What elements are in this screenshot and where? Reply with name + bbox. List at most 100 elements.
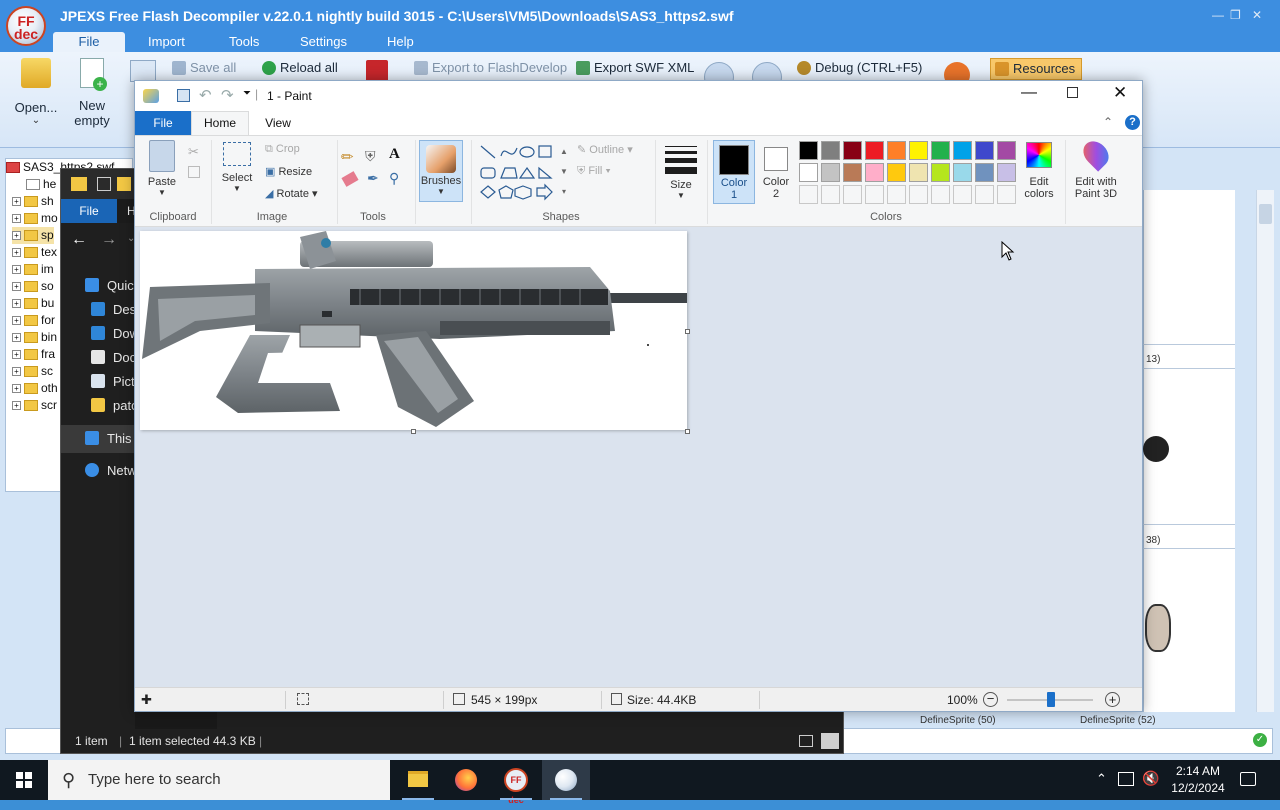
nav-item-network[interactable]: Netw bbox=[85, 460, 137, 482]
brushes-button[interactable]: Brushes ▼ bbox=[419, 140, 463, 202]
help-icon[interactable]: ? bbox=[1125, 115, 1140, 130]
tree-item[interactable]: + im bbox=[12, 261, 54, 278]
color-picker-icon[interactable]: ✒ bbox=[367, 170, 379, 187]
close-button[interactable]: ✕ bbox=[1113, 83, 1127, 103]
nav-item-documents[interactable]: Doc bbox=[91, 347, 136, 369]
customize-toolbar-icon[interactable]: ⏷ bbox=[243, 88, 251, 99]
ffdec-new-button[interactable]: + New empty bbox=[70, 58, 114, 128]
color-swatch[interactable] bbox=[975, 163, 994, 182]
color-swatch[interactable] bbox=[843, 141, 862, 160]
custom-color-swatch[interactable] bbox=[975, 185, 994, 204]
color2-button[interactable]: Color 2 bbox=[757, 140, 795, 204]
volume-muted-icon[interactable]: 🔇 bbox=[1142, 770, 1159, 787]
ffdec-grid-icon[interactable] bbox=[130, 60, 156, 82]
color1-button[interactable]: Color 1 bbox=[713, 140, 755, 204]
large-icons-view-icon[interactable] bbox=[821, 733, 839, 749]
edit-colors-button[interactable]: Edit colors bbox=[1021, 140, 1057, 200]
tree-item[interactable]: + sh bbox=[12, 193, 54, 210]
ffdec-menu-settings[interactable]: Settings bbox=[284, 32, 363, 52]
ffdec-export-swf-xml-button[interactable]: Export SWF XML bbox=[576, 58, 694, 78]
ffdec-minimize-button[interactable]: — bbox=[1212, 9, 1226, 21]
undo-icon[interactable]: ↶ bbox=[199, 86, 212, 104]
cut-icon[interactable]: ✂ bbox=[188, 144, 199, 160]
taskbar-app-paint[interactable] bbox=[542, 760, 590, 800]
ffdec-menu-help[interactable]: Help bbox=[371, 32, 430, 52]
explorer-file-tab[interactable]: File bbox=[61, 199, 117, 223]
color-swatch[interactable] bbox=[909, 163, 928, 182]
color-swatch[interactable] bbox=[865, 141, 884, 160]
ffdec-menu-import[interactable]: Import bbox=[132, 32, 201, 52]
eraser-icon[interactable] bbox=[341, 171, 359, 187]
custom-color-swatch[interactable] bbox=[821, 185, 840, 204]
crop-button[interactable]: ⧉ Crop bbox=[265, 143, 300, 156]
tree-item[interactable]: + bu bbox=[12, 295, 54, 312]
paste-button[interactable]: Paste ▼ bbox=[145, 140, 179, 197]
nav-item-pictures[interactable]: Pict bbox=[91, 371, 135, 393]
notifications-icon[interactable] bbox=[1240, 772, 1256, 786]
tab-file[interactable]: File bbox=[135, 111, 191, 135]
nav-item-quick-access[interactable]: Quick bbox=[85, 275, 140, 297]
windows-start-icon[interactable] bbox=[16, 772, 32, 788]
custom-color-swatch[interactable] bbox=[843, 185, 862, 204]
select-button[interactable]: Select ▼ bbox=[219, 142, 255, 193]
taskbar-app-firefox[interactable] bbox=[442, 760, 490, 800]
tree-item[interactable]: + bin bbox=[12, 329, 57, 346]
size-button[interactable]: Size ▼ bbox=[661, 142, 701, 200]
ffdec-menu-file[interactable]: File bbox=[53, 32, 125, 52]
color-swatch[interactable] bbox=[799, 141, 818, 160]
ffdec-debug-button[interactable]: Debug (CTRL+F5) bbox=[797, 58, 922, 78]
details-view-icon[interactable] bbox=[799, 735, 813, 747]
ffdec-open-button[interactable]: Open... ⌄ bbox=[12, 58, 60, 126]
forward-arrow-icon[interactable]: → bbox=[101, 231, 117, 249]
save-icon[interactable] bbox=[177, 89, 190, 102]
zoom-slider-thumb[interactable] bbox=[1047, 692, 1055, 707]
chevron-up-icon[interactable]: ⌃ bbox=[1096, 771, 1107, 787]
fill-button[interactable]: ⛨ Fill ▾ bbox=[577, 165, 611, 178]
pencil-icon[interactable]: ✏ bbox=[341, 148, 354, 166]
color-swatch[interactable] bbox=[865, 163, 884, 182]
ffdec-close-button[interactable]: ✕ bbox=[1252, 9, 1266, 21]
color-swatch[interactable] bbox=[821, 141, 840, 160]
tab-home[interactable]: Home bbox=[191, 111, 249, 136]
back-arrow-icon[interactable]: ← bbox=[71, 231, 87, 249]
shapes-gallery[interactable] bbox=[477, 142, 569, 204]
zoom-out-button[interactable]: − bbox=[983, 692, 998, 707]
ffdec-export-flashdevelop-button[interactable]: Export to FlashDevelop bbox=[414, 58, 567, 78]
color-swatch[interactable] bbox=[887, 163, 906, 182]
color-swatch[interactable] bbox=[887, 141, 906, 160]
ffdec-save-all-button[interactable]: Save all bbox=[172, 58, 236, 78]
minimize-button[interactable]: — bbox=[1021, 84, 1037, 102]
redo-icon[interactable]: ↷ bbox=[221, 86, 234, 104]
ffdec-reload-all-button[interactable]: Reload all bbox=[262, 58, 338, 78]
color-swatch[interactable] bbox=[953, 141, 972, 160]
properties-icon[interactable] bbox=[97, 177, 111, 191]
maximize-button[interactable] bbox=[1067, 87, 1078, 98]
tree-item[interactable]: + mo bbox=[12, 210, 58, 227]
tree-item[interactable]: + for bbox=[12, 312, 55, 329]
copy-icon[interactable] bbox=[188, 166, 200, 178]
custom-color-swatch[interactable] bbox=[799, 185, 818, 204]
color-swatch[interactable] bbox=[821, 163, 840, 182]
custom-color-swatch[interactable] bbox=[865, 185, 884, 204]
new-folder-icon[interactable] bbox=[117, 177, 131, 191]
taskbar-app-explorer[interactable] bbox=[394, 760, 442, 800]
resize-button[interactable]: ▣ Resize bbox=[265, 165, 312, 178]
rotate-button[interactable]: ◢ Rotate ▾ bbox=[265, 187, 318, 200]
resize-handle-bottom[interactable] bbox=[411, 429, 416, 434]
network-icon[interactable] bbox=[1118, 772, 1134, 786]
tree-item[interactable]: + tex bbox=[12, 244, 57, 261]
fill-bucket-icon[interactable]: ⛨ bbox=[365, 148, 376, 165]
color-swatch[interactable] bbox=[931, 141, 950, 160]
tab-view[interactable]: View bbox=[251, 111, 305, 135]
custom-color-swatch[interactable] bbox=[953, 185, 972, 204]
edit-with-paint3d-button[interactable]: Edit with Paint 3D bbox=[1069, 136, 1123, 200]
zoom-in-button[interactable]: + bbox=[1105, 692, 1120, 707]
outline-button[interactable]: ✎ Outline ▾ bbox=[577, 143, 633, 156]
tree-item[interactable]: + scr bbox=[12, 397, 57, 414]
taskbar-app-ffdec[interactable]: FF dec bbox=[492, 760, 540, 805]
color-swatch[interactable] bbox=[931, 163, 950, 182]
color-swatch[interactable] bbox=[997, 141, 1016, 160]
tree-item[interactable]: + sp bbox=[12, 227, 54, 244]
shapes-scroll-arrows[interactable]: ▲ ▼ ▾ bbox=[559, 142, 569, 202]
taskbar-search[interactable]: ⚲ Type here to search bbox=[48, 760, 390, 800]
